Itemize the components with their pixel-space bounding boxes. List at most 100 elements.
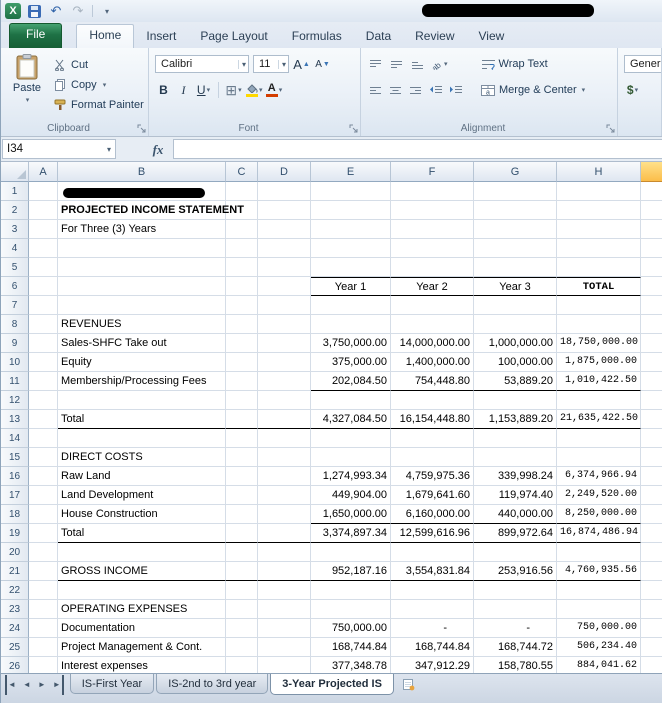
cut-button[interactable]: Cut <box>54 57 144 73</box>
cell-B2[interactable]: PROJECTED INCOME STATEMENT <box>58 201 244 220</box>
tab-data[interactable]: Data <box>354 25 403 48</box>
row-header-9[interactable]: 9 <box>1 334 29 353</box>
cell-I5[interactable] <box>641 258 662 277</box>
cell-I24[interactable] <box>641 619 662 638</box>
cell-H22[interactable] <box>557 581 641 600</box>
cell-E23[interactable] <box>311 600 391 619</box>
cell-I14[interactable] <box>641 429 662 448</box>
font-name-dropdown-arrow[interactable]: ▾ <box>237 59 246 69</box>
cell-C16[interactable] <box>226 467 258 486</box>
last-sheet-button[interactable]: ► <box>53 675 64 695</box>
underline-dropdown-arrow[interactable]: ▾ <box>207 86 211 94</box>
paste-dropdown-arrow[interactable]: ▾ <box>26 96 30 104</box>
cell-C7[interactable] <box>226 296 258 315</box>
cell-D8[interactable] <box>258 315 311 334</box>
cell-B14[interactable] <box>58 429 226 448</box>
cell-G3[interactable] <box>474 220 557 239</box>
cell-H26[interactable]: 884,041.62 <box>557 657 641 673</box>
cell-E21[interactable]: 952,187.16 <box>311 562 391 581</box>
cell-B25[interactable]: Project Management & Cont. <box>58 638 226 657</box>
cell-B12[interactable] <box>58 391 226 410</box>
font-color-dropdown-arrow[interactable]: ▾ <box>279 86 283 94</box>
cell-D11[interactable] <box>258 372 311 391</box>
row-header-23[interactable]: 23 <box>1 600 29 619</box>
cell-H5[interactable] <box>557 258 641 277</box>
cell-A12[interactable] <box>29 391 58 410</box>
cell-I8[interactable] <box>641 315 662 334</box>
cell-A24[interactable] <box>29 619 58 638</box>
font-color-button[interactable]: A ▾ <box>265 81 283 99</box>
cell-I6[interactable] <box>641 277 662 296</box>
cell-H9[interactable]: 18,750,000.00 <box>557 334 641 353</box>
tab-review[interactable]: Review <box>403 25 466 48</box>
cell-A4[interactable] <box>29 239 58 258</box>
cell-H25[interactable]: 506,234.40 <box>557 638 641 657</box>
cell-G22[interactable] <box>474 581 557 600</box>
row-header-13[interactable]: 13 <box>1 410 29 429</box>
cell-F16[interactable]: 4,759,975.36 <box>391 467 474 486</box>
cell-B3[interactable]: For Three (3) Years <box>58 220 226 239</box>
cell-C10[interactable] <box>226 353 258 372</box>
cell-F25[interactable]: 168,744.84 <box>391 638 474 657</box>
cell-A3[interactable] <box>29 220 58 239</box>
redo-button[interactable]: ↷ <box>70 3 86 19</box>
tab-view[interactable]: View <box>467 25 517 48</box>
cell-F4[interactable] <box>391 239 474 258</box>
cell-H1[interactable] <box>557 182 641 201</box>
cell-G9[interactable]: 1,000,000.00 <box>474 334 557 353</box>
cell-F8[interactable] <box>391 315 474 334</box>
cell-H13[interactable]: 21,635,422.50 <box>557 410 641 429</box>
cell-E24[interactable]: 750,000.00 <box>311 619 391 638</box>
cell-D15[interactable] <box>258 448 311 467</box>
cell-F5[interactable] <box>391 258 474 277</box>
cell-B22[interactable] <box>58 581 226 600</box>
row-header-17[interactable]: 17 <box>1 486 29 505</box>
cell-F9[interactable]: 14,000,000.00 <box>391 334 474 353</box>
orientation-dropdown-arrow[interactable]: ▾ <box>444 60 448 68</box>
column-header-A[interactable]: A <box>29 162 58 182</box>
name-box-dropdown-arrow[interactable]: ▾ <box>107 145 111 154</box>
cell-D10[interactable] <box>258 353 311 372</box>
row-header-4[interactable]: 4 <box>1 239 29 258</box>
cell-A14[interactable] <box>29 429 58 448</box>
cell-C11[interactable] <box>226 372 258 391</box>
cell-H19[interactable]: 16,874,486.94 <box>557 524 641 543</box>
cell-F12[interactable] <box>391 391 474 410</box>
cell-G11[interactable]: 53,889.20 <box>474 372 557 391</box>
cell-G5[interactable] <box>474 258 557 277</box>
column-header-E[interactable]: E <box>311 162 391 182</box>
cell-I13[interactable] <box>641 410 662 429</box>
cell-F18[interactable]: 6,160,000.00 <box>391 505 474 524</box>
row-header-6[interactable]: 6 <box>1 277 29 296</box>
column-header-H[interactable]: H <box>557 162 641 182</box>
cell-I18[interactable] <box>641 505 662 524</box>
cell-B9[interactable]: Sales-SHFC Take out <box>58 334 226 353</box>
paste-button[interactable]: Paste ▾ <box>6 52 48 120</box>
cell-C6[interactable] <box>226 277 258 296</box>
cell-E1[interactable] <box>311 182 391 201</box>
cell-B18[interactable]: House Construction <box>58 505 226 524</box>
shrink-font-button[interactable]: A ▼ <box>314 55 331 73</box>
cell-H23[interactable] <box>557 600 641 619</box>
cell-D25[interactable] <box>258 638 311 657</box>
row-header-11[interactable]: 11 <box>1 372 29 391</box>
font-dialog-launcher[interactable] <box>348 123 358 133</box>
cell-E6[interactable]: Year 1 <box>311 277 391 296</box>
cell-I11[interactable] <box>641 372 662 391</box>
cell-H24[interactable]: 750,000.00 <box>557 619 641 638</box>
cell-A6[interactable] <box>29 277 58 296</box>
cell-D1[interactable] <box>258 182 311 201</box>
cell-F11[interactable]: 754,448.80 <box>391 372 474 391</box>
cell-B15[interactable]: DIRECT COSTS <box>58 448 226 467</box>
cell-C15[interactable] <box>226 448 258 467</box>
borders-button[interactable]: ⊞ ▾ <box>225 81 242 99</box>
row-header-22[interactable]: 22 <box>1 581 29 600</box>
cell-C18[interactable] <box>226 505 258 524</box>
cell-F20[interactable] <box>391 543 474 562</box>
cell-G19[interactable]: 899,972.64 <box>474 524 557 543</box>
cell-I26[interactable] <box>641 657 662 673</box>
cell-H17[interactable]: 2,249,520.00 <box>557 486 641 505</box>
cell-A5[interactable] <box>29 258 58 277</box>
cell-D19[interactable] <box>258 524 311 543</box>
cell-H6[interactable]: TOTAL <box>557 277 641 296</box>
